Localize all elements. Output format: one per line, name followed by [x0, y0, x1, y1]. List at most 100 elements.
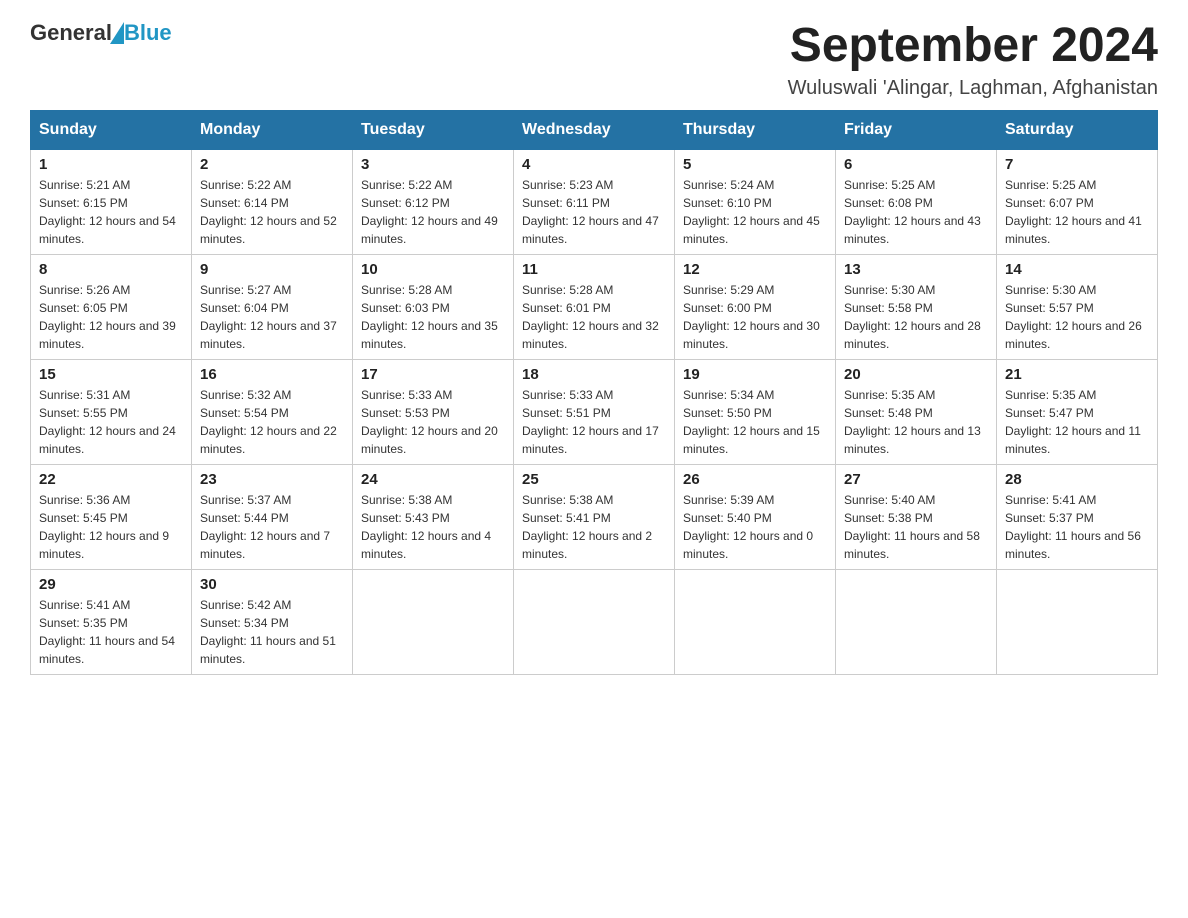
- day-number: 16: [200, 366, 344, 383]
- logo: General Blue: [30, 20, 172, 46]
- day-number: 8: [39, 261, 183, 278]
- calendar-cell: 5 Sunrise: 5:24 AMSunset: 6:10 PMDaylight…: [675, 149, 836, 254]
- day-info: Sunrise: 5:22 AMSunset: 6:14 PMDaylight:…: [200, 176, 344, 248]
- day-number: 27: [844, 471, 988, 488]
- calendar-cell: 14 Sunrise: 5:30 AMSunset: 5:57 PMDayligh…: [997, 254, 1158, 359]
- day-info: Sunrise: 5:21 AMSunset: 6:15 PMDaylight:…: [39, 176, 183, 248]
- day-info: Sunrise: 5:26 AMSunset: 6:05 PMDaylight:…: [39, 281, 183, 353]
- day-number: 20: [844, 366, 988, 383]
- day-info: Sunrise: 5:31 AMSunset: 5:55 PMDaylight:…: [39, 386, 183, 458]
- calendar-cell: 7 Sunrise: 5:25 AMSunset: 6:07 PMDaylight…: [997, 149, 1158, 254]
- weekday-header-saturday: Saturday: [997, 110, 1158, 149]
- day-info: Sunrise: 5:38 AMSunset: 5:41 PMDaylight:…: [522, 491, 666, 563]
- calendar-cell: 27 Sunrise: 5:40 AMSunset: 5:38 PMDayligh…: [836, 464, 997, 569]
- calendar-cell: 29 Sunrise: 5:41 AMSunset: 5:35 PMDayligh…: [31, 569, 192, 674]
- day-number: 2: [200, 156, 344, 173]
- day-number: 26: [683, 471, 827, 488]
- calendar-cell: [353, 569, 514, 674]
- calendar-cell: 15 Sunrise: 5:31 AMSunset: 5:55 PMDayligh…: [31, 359, 192, 464]
- day-number: 28: [1005, 471, 1149, 488]
- calendar-cell: 6Sunrise: 5:25 AMSunset: 6:08 PMDaylight…: [836, 149, 997, 254]
- day-info: Sunrise: 5:33 AMSunset: 5:51 PMDaylight:…: [522, 386, 666, 458]
- calendar-cell: 20 Sunrise: 5:35 AMSunset: 5:48 PMDayligh…: [836, 359, 997, 464]
- calendar-cell: 10 Sunrise: 5:28 AMSunset: 6:03 PMDayligh…: [353, 254, 514, 359]
- calendar-cell: [675, 569, 836, 674]
- day-number: 19: [683, 366, 827, 383]
- day-info: Sunrise: 5:37 AMSunset: 5:44 PMDaylight:…: [200, 491, 344, 563]
- day-info: Sunrise: 5:32 AMSunset: 5:54 PMDaylight:…: [200, 386, 344, 458]
- calendar-cell: 19 Sunrise: 5:34 AMSunset: 5:50 PMDayligh…: [675, 359, 836, 464]
- page-header: General Blue September 2024 Wuluswali 'A…: [30, 20, 1158, 100]
- day-info: Sunrise: 5:36 AMSunset: 5:45 PMDaylight:…: [39, 491, 183, 563]
- day-number: 15: [39, 366, 183, 383]
- day-number: 7: [1005, 156, 1149, 173]
- day-number: 22: [39, 471, 183, 488]
- weekday-header-row: SundayMondayTuesdayWednesdayThursdayFrid…: [31, 110, 1158, 149]
- month-title: September 2024: [788, 20, 1158, 73]
- day-number: 13: [844, 261, 988, 278]
- location-subtitle: Wuluswali 'Alingar, Laghman, Afghanistan: [788, 77, 1158, 100]
- day-info: Sunrise: 5:30 AMSunset: 5:57 PMDaylight:…: [1005, 281, 1149, 353]
- day-number: 5: [683, 156, 827, 173]
- week-row-3: 15 Sunrise: 5:31 AMSunset: 5:55 PMDayligh…: [31, 359, 1158, 464]
- calendar-cell: 4 Sunrise: 5:23 AMSunset: 6:11 PMDaylight…: [514, 149, 675, 254]
- day-info: Sunrise: 5:25 AMSunset: 6:07 PMDaylight:…: [1005, 176, 1149, 248]
- day-number: 25: [522, 471, 666, 488]
- week-row-1: 1 Sunrise: 5:21 AMSunset: 6:15 PMDaylight…: [31, 149, 1158, 254]
- day-number: 17: [361, 366, 505, 383]
- day-info: Sunrise: 5:40 AMSunset: 5:38 PMDaylight:…: [844, 491, 988, 563]
- calendar-cell: 30 Sunrise: 5:42 AMSunset: 5:34 PMDayligh…: [192, 569, 353, 674]
- day-number: 10: [361, 261, 505, 278]
- calendar-cell: 1 Sunrise: 5:21 AMSunset: 6:15 PMDaylight…: [31, 149, 192, 254]
- day-info: Sunrise: 5:23 AMSunset: 6:11 PMDaylight:…: [522, 176, 666, 248]
- day-info: Sunrise: 5:27 AMSunset: 6:04 PMDaylight:…: [200, 281, 344, 353]
- day-number: 12: [683, 261, 827, 278]
- day-info: Sunrise: 5:42 AMSunset: 5:34 PMDaylight:…: [200, 596, 344, 668]
- calendar-cell: 26 Sunrise: 5:39 AMSunset: 5:40 PMDayligh…: [675, 464, 836, 569]
- day-info: Sunrise: 5:35 AMSunset: 5:48 PMDaylight:…: [844, 386, 988, 458]
- calendar-cell: 16 Sunrise: 5:32 AMSunset: 5:54 PMDayligh…: [192, 359, 353, 464]
- day-info: Sunrise: 5:25 AMSunset: 6:08 PMDaylight:…: [844, 176, 988, 248]
- calendar-cell: 2 Sunrise: 5:22 AMSunset: 6:14 PMDaylight…: [192, 149, 353, 254]
- day-info: Sunrise: 5:28 AMSunset: 6:01 PMDaylight:…: [522, 281, 666, 353]
- calendar-cell: 8 Sunrise: 5:26 AMSunset: 6:05 PMDaylight…: [31, 254, 192, 359]
- calendar-cell: 11 Sunrise: 5:28 AMSunset: 6:01 PMDayligh…: [514, 254, 675, 359]
- week-row-4: 22 Sunrise: 5:36 AMSunset: 5:45 PMDayligh…: [31, 464, 1158, 569]
- day-number: 24: [361, 471, 505, 488]
- day-info: Sunrise: 5:29 AMSunset: 6:00 PMDaylight:…: [683, 281, 827, 353]
- calendar-cell: 28Sunrise: 5:41 AMSunset: 5:37 PMDayligh…: [997, 464, 1158, 569]
- day-info: Sunrise: 5:34 AMSunset: 5:50 PMDaylight:…: [683, 386, 827, 458]
- day-number: 11: [522, 261, 666, 278]
- day-info: Sunrise: 5:39 AMSunset: 5:40 PMDaylight:…: [683, 491, 827, 563]
- calendar-table: SundayMondayTuesdayWednesdayThursdayFrid…: [30, 110, 1158, 675]
- title-area: September 2024 Wuluswali 'Alingar, Laghm…: [788, 20, 1158, 100]
- calendar-cell: 9 Sunrise: 5:27 AMSunset: 6:04 PMDaylight…: [192, 254, 353, 359]
- calendar-cell: 21Sunrise: 5:35 AMSunset: 5:47 PMDayligh…: [997, 359, 1158, 464]
- day-info: Sunrise: 5:38 AMSunset: 5:43 PMDaylight:…: [361, 491, 505, 563]
- day-number: 29: [39, 576, 183, 593]
- weekday-header-wednesday: Wednesday: [514, 110, 675, 149]
- day-number: 14: [1005, 261, 1149, 278]
- day-number: 4: [522, 156, 666, 173]
- logo-triangle-icon: [110, 22, 124, 44]
- calendar-cell: 12 Sunrise: 5:29 AMSunset: 6:00 PMDayligh…: [675, 254, 836, 359]
- calendar-cell: 22 Sunrise: 5:36 AMSunset: 5:45 PMDayligh…: [31, 464, 192, 569]
- calendar-cell: 25 Sunrise: 5:38 AMSunset: 5:41 PMDayligh…: [514, 464, 675, 569]
- logo-blue-text: Blue: [124, 20, 172, 46]
- day-number: 21: [1005, 366, 1149, 383]
- calendar-cell: 23Sunrise: 5:37 AMSunset: 5:44 PMDayligh…: [192, 464, 353, 569]
- calendar-cell: [514, 569, 675, 674]
- day-info: Sunrise: 5:22 AMSunset: 6:12 PMDaylight:…: [361, 176, 505, 248]
- day-info: Sunrise: 5:30 AMSunset: 5:58 PMDaylight:…: [844, 281, 988, 353]
- calendar-cell: [836, 569, 997, 674]
- calendar-cell: 17Sunrise: 5:33 AMSunset: 5:53 PMDayligh…: [353, 359, 514, 464]
- day-number: 30: [200, 576, 344, 593]
- day-info: Sunrise: 5:28 AMSunset: 6:03 PMDaylight:…: [361, 281, 505, 353]
- day-info: Sunrise: 5:41 AMSunset: 5:35 PMDaylight:…: [39, 596, 183, 668]
- calendar-cell: [997, 569, 1158, 674]
- day-number: 1: [39, 156, 183, 173]
- day-number: 9: [200, 261, 344, 278]
- weekday-header-sunday: Sunday: [31, 110, 192, 149]
- calendar-cell: 13 Sunrise: 5:30 AMSunset: 5:58 PMDayligh…: [836, 254, 997, 359]
- day-info: Sunrise: 5:24 AMSunset: 6:10 PMDaylight:…: [683, 176, 827, 248]
